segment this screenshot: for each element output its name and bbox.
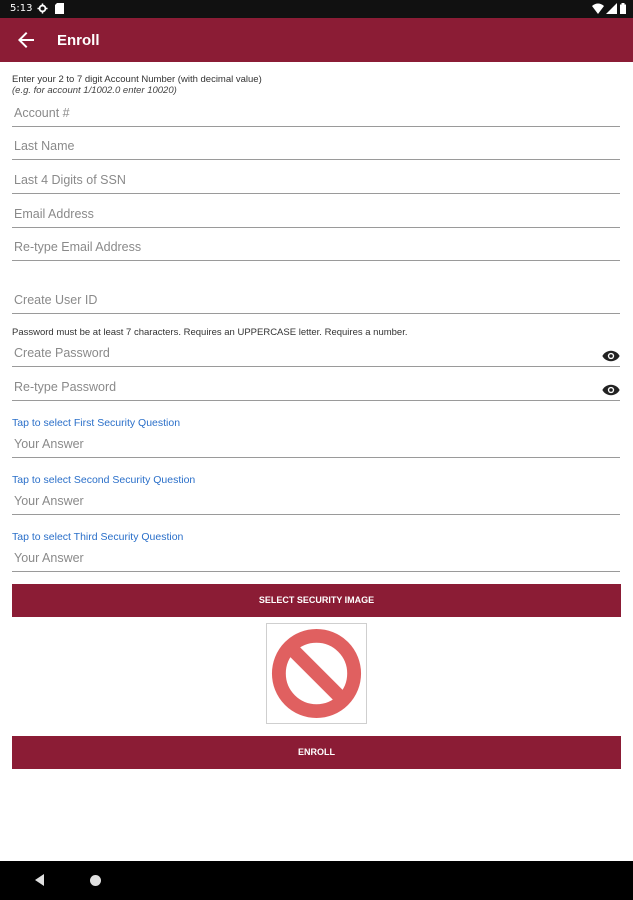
password-confirm-input[interactable] bbox=[12, 373, 620, 400]
password-hint: Password must be at least 7 characters. … bbox=[12, 327, 408, 338]
email-confirm-field bbox=[12, 233, 620, 261]
last-name-input[interactable] bbox=[12, 132, 620, 159]
signal-icon bbox=[606, 3, 617, 14]
nav-home-icon[interactable] bbox=[90, 875, 101, 886]
arrow-left-icon[interactable] bbox=[14, 28, 38, 52]
prohibited-icon bbox=[271, 628, 362, 719]
status-time: 5:13 bbox=[10, 3, 33, 14]
security-image-preview[interactable] bbox=[266, 623, 367, 724]
ssn-field bbox=[12, 166, 620, 194]
system-nav-bar bbox=[0, 861, 633, 900]
select-second-question-link[interactable]: Tap to select Second Security Question bbox=[12, 474, 195, 486]
ssn-input[interactable] bbox=[12, 166, 620, 193]
select-third-question-link[interactable]: Tap to select Third Security Question bbox=[12, 531, 183, 543]
nav-back-icon[interactable] bbox=[34, 874, 46, 886]
answer-2-input[interactable] bbox=[12, 487, 620, 514]
account-hint-example: (e.g. for account 1/1002.0 enter 10020) bbox=[12, 85, 177, 96]
eye-icon[interactable] bbox=[602, 383, 620, 397]
sd-card-icon bbox=[55, 3, 64, 14]
password-field bbox=[12, 339, 620, 367]
account-hint: Enter your 2 to 7 digit Account Number (… bbox=[12, 74, 262, 96]
email-field bbox=[12, 200, 620, 228]
answer-2-field bbox=[12, 487, 620, 515]
status-bar: 5:13 bbox=[0, 0, 633, 18]
page-title: Enroll bbox=[57, 32, 100, 49]
email-input[interactable] bbox=[12, 200, 620, 227]
answer-3-field bbox=[12, 544, 620, 572]
email-confirm-input[interactable] bbox=[12, 233, 620, 260]
answer-1-field bbox=[12, 430, 620, 458]
enroll-button[interactable]: ENROLL bbox=[12, 736, 621, 769]
eye-icon[interactable] bbox=[602, 349, 620, 363]
app-bar: Enroll bbox=[0, 18, 633, 62]
account-number-input[interactable] bbox=[12, 99, 620, 126]
select-first-question-link[interactable]: Tap to select First Security Question bbox=[12, 417, 180, 429]
user-id-input[interactable] bbox=[12, 286, 620, 313]
last-name-field bbox=[12, 132, 620, 160]
password-input[interactable] bbox=[12, 339, 620, 366]
user-id-field bbox=[12, 286, 620, 314]
answer-3-input[interactable] bbox=[12, 544, 620, 571]
password-confirm-field bbox=[12, 373, 620, 401]
wifi-icon bbox=[592, 3, 604, 14]
answer-1-input[interactable] bbox=[12, 430, 620, 457]
account-number-field bbox=[12, 99, 620, 127]
settings-icon bbox=[37, 3, 48, 14]
select-security-image-button[interactable]: SELECT SECURITY IMAGE bbox=[12, 584, 621, 617]
account-hint-line1: Enter your 2 to 7 digit Account Number (… bbox=[12, 74, 262, 85]
battery-icon bbox=[620, 3, 626, 14]
